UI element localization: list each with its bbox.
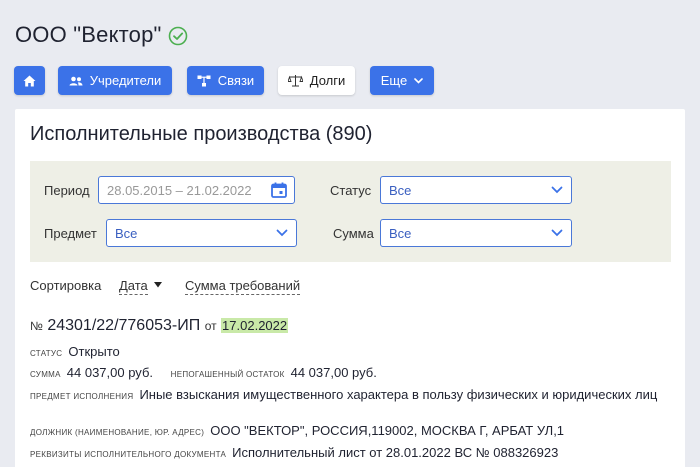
subject-key: предмет исполнения: [30, 392, 134, 401]
subject-select[interactable]: Все: [106, 219, 297, 247]
debtor-key: должник (наименование, юр. адрес): [30, 428, 205, 437]
sort-by-sum[interactable]: Сумма требований: [185, 278, 301, 295]
calendar-icon[interactable]: [270, 181, 288, 199]
chevron-down-icon: [276, 229, 288, 237]
status-label: Статус: [330, 183, 372, 198]
status-value: Открыто: [68, 344, 120, 359]
debts-label: Долги: [309, 73, 346, 88]
chevron-down-icon: [414, 77, 424, 84]
debtor-value: ООО "ВЕКТОР", РОССИЯ,119002, МОСКВА Г, А…: [210, 423, 565, 438]
case-from: от: [204, 319, 217, 333]
status-key: статус: [30, 349, 63, 358]
sort-label: Сортировка: [30, 278, 102, 293]
case-date: 17.02.2022: [221, 318, 289, 333]
links-button[interactable]: Связи: [187, 66, 264, 95]
company-title: ООО "Вектор": [15, 22, 162, 47]
home-button[interactable]: [14, 66, 45, 95]
case-number: 24301/22/776053-ИП: [47, 317, 201, 334]
people-icon: [69, 76, 83, 85]
sum-select[interactable]: Все: [380, 219, 572, 247]
sum-value: Все: [389, 225, 412, 241]
panel-title: Исполнительные производства (890): [30, 123, 373, 145]
case-document-row: реквизиты исполнительного документа Испол…: [30, 445, 558, 460]
chevron-down-icon: [551, 186, 563, 194]
case-header[interactable]: № 24301/22/776053-ИП от 17.02.2022: [30, 317, 289, 335]
home-icon: [23, 75, 36, 86]
status-select[interactable]: Все: [380, 176, 572, 204]
filter-box: Период 28.05.2015 – 21.02.2022 Статус Вс…: [30, 161, 671, 262]
subject-value: Все: [115, 225, 138, 241]
network-icon: [197, 75, 211, 86]
case-sum-row: сумма 44 037,00 руб. непогашенный остаток…: [30, 365, 377, 380]
case-number-prefix: №: [30, 319, 43, 333]
more-label: Еще: [380, 73, 408, 88]
period-value: 28.05.2015 – 21.02.2022: [107, 182, 252, 198]
case-subject-row: предмет исполнения Иные взыскания имущест…: [30, 387, 670, 405]
document-key: реквизиты исполнительного документа: [30, 450, 227, 459]
more-button[interactable]: Еще: [370, 66, 434, 95]
enforcement-panel: Исполнительные производства (890) Период…: [15, 109, 685, 467]
founders-label: Учредители: [89, 73, 162, 88]
document-value: Исполнительный лист от 28.01.2022 ВС № 0…: [232, 445, 559, 460]
case-status-row: статус Открыто: [30, 344, 120, 359]
links-label: Связи: [217, 73, 255, 88]
chevron-down-icon: [551, 229, 563, 237]
sum-value: 44 037,00 руб.: [66, 365, 153, 380]
debts-button[interactable]: Долги: [278, 66, 355, 95]
status-value: Все: [389, 182, 412, 198]
sum-key: сумма: [30, 370, 61, 379]
scales-icon: [287, 75, 303, 87]
sort-down-arrow-icon[interactable]: [154, 282, 162, 288]
remaining-key: непогашенный остаток: [170, 370, 285, 379]
subject-value: Иные взыскания имущественного характера …: [139, 387, 658, 402]
period-label: Период: [44, 183, 90, 198]
period-input[interactable]: 28.05.2015 – 21.02.2022: [98, 176, 295, 204]
sum-label: Сумма: [333, 226, 374, 241]
subject-label: Предмет: [44, 226, 97, 241]
founders-button[interactable]: Учредители: [58, 66, 172, 95]
remaining-value: 44 037,00 руб.: [290, 365, 377, 380]
case-debtor-row: должник (наименование, юр. адрес) ООО "ВЕ…: [30, 423, 564, 438]
sort-by-date[interactable]: Дата: [119, 278, 148, 295]
verified-check-icon: [168, 26, 188, 46]
